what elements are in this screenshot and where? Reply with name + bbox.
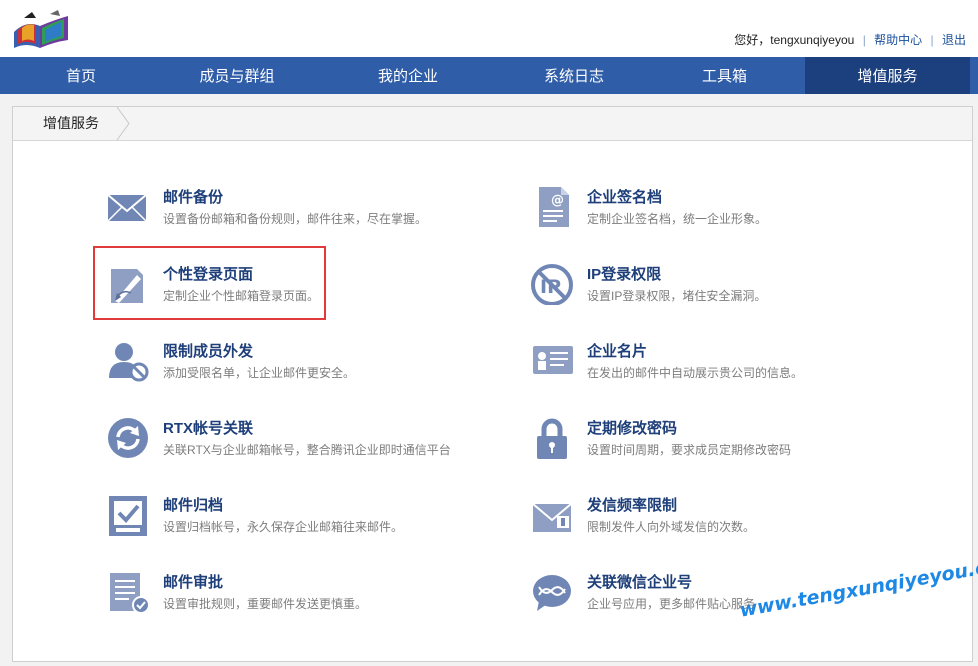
sync-icon <box>108 418 148 458</box>
feature-restrict-member-sending[interactable]: 限制成员外发 添加受限名单，让企业邮件更安全。 <box>107 340 487 396</box>
nav-item-my-enterprise[interactable]: 我的企业 <box>312 57 504 94</box>
feature-send-rate-limit[interactable]: 发信频率限制 限制发件人向外域发信的次数。 <box>531 494 911 550</box>
nav-item-home[interactable]: 首页 <box>0 57 162 94</box>
signature-document-icon: @ <box>539 187 569 227</box>
feature-title: 发信频率限制 <box>587 497 678 514</box>
feature-rtx-account-link[interactable]: RTX帐号关联 关联RTX与企业邮箱帐号，整合腾讯企业即时通信平台 <box>107 417 487 473</box>
feature-mail-backup[interactable]: 邮件备份 设置备份邮箱和备份规则，邮件往来，尽在掌握。 <box>107 186 487 242</box>
feature-description: 定制企业签名档，统一企业形象。 <box>587 212 768 226</box>
feature-description: 定制企业个性邮箱登录页面。 <box>163 289 320 303</box>
feature-mail-archive[interactable]: 邮件归档 设置归档帐号，永久保存企业邮箱往来邮件。 <box>107 494 487 550</box>
svg-text:IP: IP <box>540 276 561 298</box>
feature-title: 邮件审批 <box>163 574 224 591</box>
breadcrumb-arrow-icon <box>116 107 130 140</box>
mail-rate-limit-icon <box>532 503 572 532</box>
feature-description: 企业号应用，更多邮件贴心服务 <box>587 597 756 611</box>
feature-title: 定期修改密码 <box>587 420 678 437</box>
nav-item-system-log[interactable]: 系统日志 <box>504 57 644 94</box>
feature-title: IP登录权限 <box>587 266 662 283</box>
feature-description: 设置归档帐号，永久保存企业邮箱往来邮件。 <box>163 520 404 534</box>
business-card-icon <box>533 346 573 374</box>
user-blocked-icon <box>109 343 149 382</box>
feature-description: 设置备份邮箱和备份规则，邮件往来，尽在掌握。 <box>163 212 428 226</box>
feature-title: 邮件归档 <box>163 497 224 514</box>
feature-enterprise-business-card[interactable]: 企业名片 在发出的邮件中自动展示贵公司的信息。 <box>531 340 911 396</box>
separator: | <box>930 33 934 47</box>
feature-description: 在发出的邮件中自动展示贵公司的信息。 <box>587 366 804 380</box>
company-logo-icon <box>14 10 68 48</box>
feature-description: 设置时间周期，要求成员定期修改密码 <box>587 443 792 457</box>
feature-description: 设置审批规则，重要邮件发送更慎重。 <box>163 597 368 611</box>
feature-title: 个性登录页面 <box>163 266 254 283</box>
user-bar: 您好，tengxunqiyeyou | 帮助中心 | 退出 <box>734 31 966 48</box>
edit-page-icon <box>111 269 143 303</box>
approval-document-icon <box>110 573 149 613</box>
logout-link[interactable]: 退出 <box>942 33 966 47</box>
feature-title: 企业签名档 <box>587 189 663 206</box>
feature-title: RTX帐号关联 <box>163 420 254 437</box>
feature-title: 限制成员外发 <box>163 343 254 360</box>
help-center-link[interactable]: 帮助中心 <box>874 33 922 47</box>
nav-item-members-groups[interactable]: 成员与群组 <box>162 57 312 94</box>
breadcrumb: 增值服务 <box>13 107 972 141</box>
breadcrumb-item-value-added-services: 增值服务 <box>13 107 127 140</box>
feature-description: 添加受限名单，让企业邮件更安全。 <box>163 366 356 380</box>
feature-title: 邮件备份 <box>163 189 224 206</box>
feature-enterprise-signature[interactable]: @ 企业签名档 定制企业签名档，统一企业形象。 <box>531 186 911 242</box>
mail-envelope-icon <box>107 194 147 222</box>
svg-text:@: @ <box>551 193 564 208</box>
nav-item-toolbox[interactable]: 工具箱 <box>644 57 805 94</box>
wechat-chat-icon <box>533 575 571 611</box>
feature-periodic-password-change[interactable]: 定期修改密码 设置时间周期，要求成员定期修改密码 <box>531 417 911 473</box>
feature-custom-login-page[interactable]: 个性登录页面 定制企业个性邮箱登录页面。 <box>107 263 487 319</box>
feature-description: 设置IP登录权限，堵住安全漏洞。 <box>587 289 767 303</box>
greeting-text: 您好，tengxunqiyeyou <box>734 33 855 47</box>
feature-description: 关联RTX与企业邮箱帐号，整合腾讯企业即时通信平台 <box>163 443 451 457</box>
feature-ip-login-permission[interactable]: IP IP登录权限 设置IP登录权限，堵住安全漏洞。 <box>531 263 911 319</box>
feature-mail-approval[interactable]: 邮件审批 设置审批规则，重要邮件发送更慎重。 <box>107 571 487 627</box>
feature-description: 限制发件人向外域发信的次数。 <box>587 520 756 534</box>
nav-item-value-added-services[interactable]: 增值服务 <box>805 57 970 94</box>
feature-title: 关联微信企业号 <box>587 574 693 591</box>
archive-check-icon <box>109 496 147 536</box>
feature-title: 企业名片 <box>587 343 648 360</box>
separator: | <box>862 33 866 47</box>
padlock-icon <box>537 418 567 459</box>
ip-prohibited-icon: IP <box>531 264 573 305</box>
main-nav: 首页 成员与群组 我的企业 系统日志 工具箱 增值服务 <box>0 57 978 94</box>
top-bar: 您好，tengxunqiyeyou | 帮助中心 | 退出 <box>0 0 978 57</box>
